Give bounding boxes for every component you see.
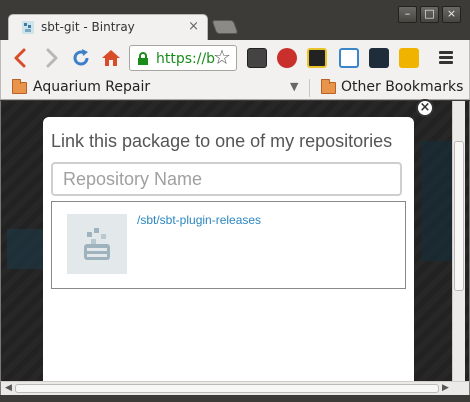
bookmarks-chevron-icon[interactable]: ▼	[290, 80, 298, 93]
tab-title: sbt-git - Bintray	[41, 20, 135, 34]
bookmarks-divider	[309, 79, 310, 97]
pin-extension-icon[interactable]	[369, 48, 389, 68]
repository-results-list: /sbt/sbt-plugin-releases	[51, 201, 406, 289]
maximize-button[interactable]: □	[420, 6, 439, 23]
minimize-button[interactable]: –	[398, 6, 417, 23]
scroll-left-arrow-icon[interactable]: ◀	[5, 383, 12, 393]
folder-icon	[321, 79, 336, 94]
page-content: Link this package to one of my repositor…	[0, 101, 470, 381]
new-tab-button[interactable]	[211, 20, 239, 34]
grid-extension-icon[interactable]	[399, 48, 419, 68]
close-window-button[interactable]: ×	[442, 6, 461, 23]
menu-icon[interactable]	[439, 51, 453, 66]
screenshot-extension-icon[interactable]	[339, 48, 359, 68]
bookmark-star-icon[interactable]: ☆	[213, 46, 231, 68]
forward-icon[interactable]	[40, 47, 62, 69]
bookmark-aquarium-repair[interactable]: Aquarium Repair	[33, 79, 150, 95]
background-panel	[7, 229, 43, 269]
bookmark-other-bookmarks[interactable]: Other Bookmarks	[341, 79, 463, 95]
vertical-scrollbar[interactable]	[452, 101, 465, 381]
link-package-modal: Link this package to one of my repositor…	[43, 117, 414, 381]
tab-close-icon[interactable]: ×	[188, 18, 199, 36]
home-icon[interactable]	[100, 47, 122, 69]
repository-thumbnail-icon	[67, 214, 127, 274]
browser-toolbar: https://b ☆	[0, 40, 470, 76]
horizontal-scrollbar[interactable]: ◀ ▶	[0, 381, 470, 395]
vertical-scrollbar-thumb[interactable]	[454, 141, 464, 291]
scroll-right-arrow-icon[interactable]: ▶	[442, 383, 449, 393]
window-frame	[0, 395, 470, 402]
modal-close-button[interactable]: ×	[416, 99, 434, 117]
browser-tab[interactable]: sbt-git - Bintray ×	[8, 14, 208, 40]
modal-title: Link this package to one of my repositor…	[51, 131, 393, 151]
folder-icon	[12, 79, 27, 94]
s-extension-icon[interactable]	[307, 48, 327, 68]
url-text: https://b	[156, 51, 216, 67]
title-bar: sbt-git - Bintray × – □ ×	[0, 0, 470, 40]
new-extension-icon[interactable]	[277, 48, 297, 68]
lock-icon	[138, 52, 148, 65]
repository-link[interactable]: /sbt/sbt-plugin-releases	[137, 213, 261, 227]
horizontal-scrollbar-thumb[interactable]	[15, 384, 439, 393]
xml-extension-icon[interactable]	[247, 48, 267, 68]
repository-name-input[interactable]	[51, 162, 402, 196]
bookmarks-bar: Aquarium Repair ▼ Other Bookmarks	[0, 76, 470, 100]
bintray-favicon-icon	[22, 21, 34, 34]
back-icon[interactable]	[10, 47, 32, 69]
reload-icon[interactable]	[70, 47, 92, 69]
